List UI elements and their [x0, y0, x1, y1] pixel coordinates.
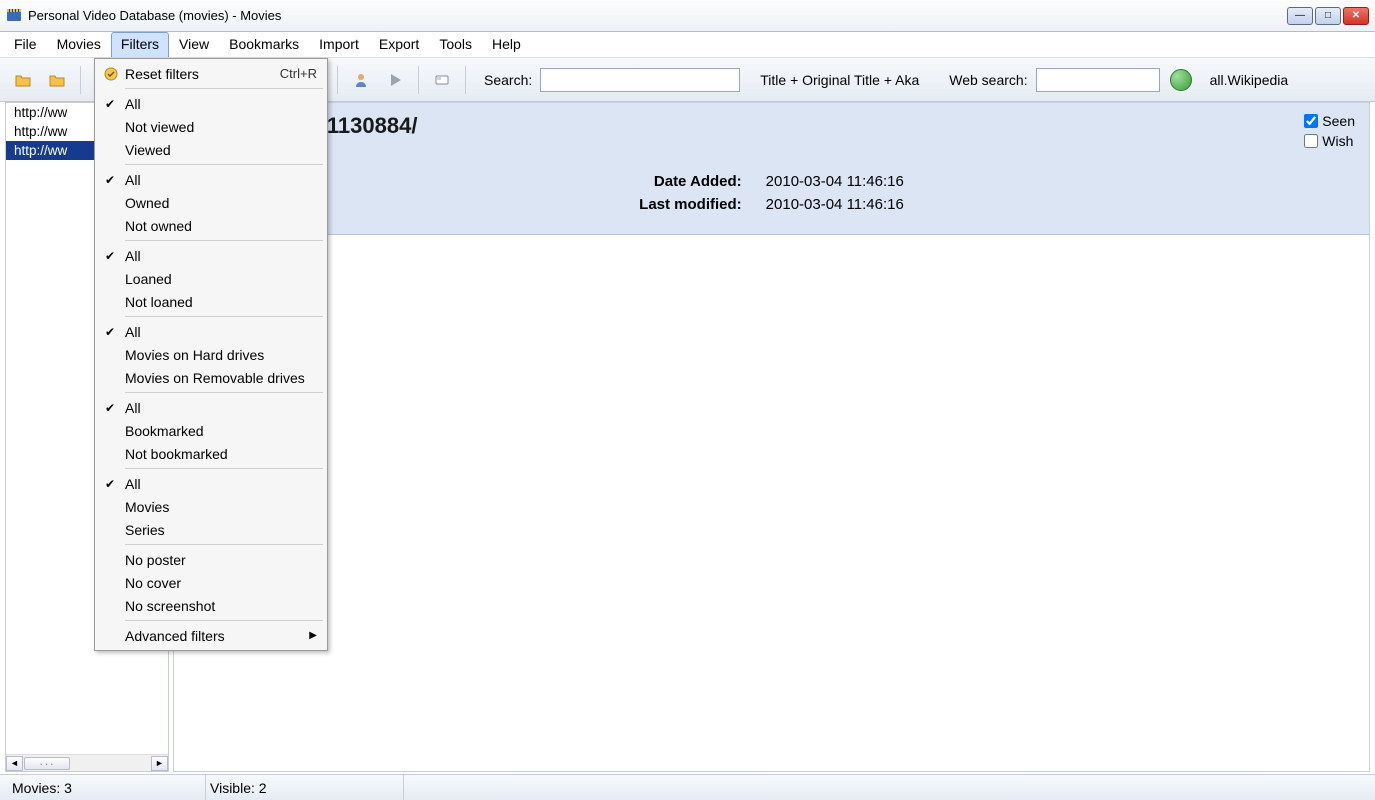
toolbar-sep: [418, 66, 419, 94]
check-icon: ✔: [105, 401, 115, 415]
reset-filters-shortcut: Ctrl+R: [280, 66, 317, 81]
window-buttons: — □ ✕: [1287, 7, 1369, 25]
date-added-label: Date Added:: [639, 173, 742, 190]
close-button[interactable]: ✕: [1343, 7, 1369, 25]
detail-panel: lb.com/title/tt1130884/ Seen Wish Date A…: [173, 102, 1370, 772]
menu-help[interactable]: Help: [482, 32, 531, 57]
filter-option[interactable]: Viewed: [97, 138, 325, 161]
maximize-button[interactable]: □: [1315, 7, 1341, 25]
reset-filters-icon: [103, 66, 119, 82]
menu-import[interactable]: Import: [309, 32, 369, 57]
filter-option[interactable]: Series: [97, 518, 325, 541]
dropdown-separator: [125, 468, 323, 469]
filters-dropdown: Reset filters Ctrl+R ✔AllNot viewedViewe…: [94, 58, 328, 651]
search-mode-label[interactable]: Title + Original Title + Aka: [760, 72, 919, 88]
filter-option[interactable]: No screenshot: [97, 594, 325, 617]
menu-bar: File Movies Filters View Bookmarks Impor…: [0, 32, 1375, 58]
websearch-source-label[interactable]: all.Wikipedia: [1210, 72, 1289, 88]
wish-checkbox-input[interactable]: [1304, 134, 1318, 148]
menu-file[interactable]: File: [4, 32, 47, 57]
filter-option[interactable]: ✔All: [97, 396, 325, 419]
filter-option[interactable]: Not loaned: [97, 290, 325, 313]
websearch-input[interactable]: [1036, 68, 1160, 92]
status-bar: Movies: 3 Visible: 2: [0, 774, 1375, 800]
filter-option[interactable]: Movies: [97, 495, 325, 518]
reset-filters-item[interactable]: Reset filters Ctrl+R: [97, 62, 325, 85]
dropdown-separator: [125, 392, 323, 393]
status-movies: Movies: 3: [8, 775, 206, 800]
search-label: Search:: [484, 72, 532, 88]
dropdown-separator: [125, 88, 323, 89]
last-modified-label: Last modified:: [639, 196, 742, 213]
toolbar-sep: [80, 66, 81, 94]
menu-export[interactable]: Export: [369, 32, 429, 57]
menu-movies[interactable]: Movies: [47, 32, 111, 57]
toolbar-sep: [337, 66, 338, 94]
filter-option[interactable]: ✔All: [97, 92, 325, 115]
list-horizontal-scrollbar[interactable]: ◄ ►: [6, 754, 168, 771]
dropdown-separator: [125, 620, 323, 621]
seen-checkbox[interactable]: Seen: [1304, 113, 1355, 129]
scroll-left-icon[interactable]: ◄: [6, 756, 23, 771]
check-icon: ✔: [105, 477, 115, 491]
filter-option[interactable]: Loaned: [97, 267, 325, 290]
dropdown-separator: [125, 544, 323, 545]
wish-checkbox[interactable]: Wish: [1304, 133, 1355, 149]
toolbar-folder-icon[interactable]: [42, 65, 72, 95]
websearch-label: Web search:: [949, 72, 1027, 88]
last-modified-value: 2010-03-04 11:46:16: [766, 196, 904, 213]
scroll-right-icon[interactable]: ►: [151, 756, 168, 771]
toolbar-person-icon[interactable]: [346, 65, 376, 95]
filter-option[interactable]: Movies on Hard drives: [97, 343, 325, 366]
check-icon: ✔: [105, 173, 115, 187]
minimize-button[interactable]: —: [1287, 7, 1313, 25]
filter-option[interactable]: Not viewed: [97, 115, 325, 138]
dropdown-separator: [125, 316, 323, 317]
menu-filters[interactable]: Filters: [111, 32, 169, 57]
filter-option[interactable]: Not bookmarked: [97, 442, 325, 465]
metadata-grid: Date Added: 2010-03-04 11:46:16 Last mod…: [639, 173, 904, 213]
toolbar-play-icon[interactable]: [380, 65, 410, 95]
search-input[interactable]: [540, 68, 740, 92]
filter-option[interactable]: No cover: [97, 571, 325, 594]
filter-option[interactable]: Owned: [97, 191, 325, 214]
menu-view[interactable]: View: [169, 32, 219, 57]
toolbar-sep: [465, 66, 466, 94]
seen-checkbox-input[interactable]: [1304, 114, 1318, 128]
menu-bookmarks[interactable]: Bookmarks: [219, 32, 309, 57]
scrollbar-thumb[interactable]: [24, 757, 70, 770]
window-title: Personal Video Database (movies) - Movie…: [28, 8, 1287, 23]
filter-option[interactable]: ✔All: [97, 320, 325, 343]
advanced-filters-item[interactable]: Advanced filters ▶: [97, 624, 325, 647]
date-added-value: 2010-03-04 11:46:16: [766, 173, 904, 190]
title-bar: Personal Video Database (movies) - Movie…: [0, 0, 1375, 32]
toolbar-card-icon[interactable]: [427, 65, 457, 95]
filter-option[interactable]: Not owned: [97, 214, 325, 237]
dropdown-separator: [125, 164, 323, 165]
submenu-arrow-icon: ▶: [309, 630, 317, 641]
check-icon: ✔: [105, 325, 115, 339]
detail-header: lb.com/title/tt1130884/ Seen Wish Date A…: [174, 103, 1369, 235]
filter-option[interactable]: Bookmarked: [97, 419, 325, 442]
toolbar-open-icon[interactable]: [8, 65, 38, 95]
filter-option[interactable]: ✔All: [97, 168, 325, 191]
filter-option[interactable]: No poster: [97, 548, 325, 571]
filter-option[interactable]: ✔All: [97, 472, 325, 495]
filter-option[interactable]: ✔All: [97, 244, 325, 267]
dropdown-separator: [125, 240, 323, 241]
app-icon: [6, 8, 22, 24]
movie-title: lb.com/title/tt1130884/: [190, 113, 1353, 139]
check-icon: ✔: [105, 249, 115, 263]
check-icon: ✔: [105, 97, 115, 111]
websearch-go-icon[interactable]: [1170, 69, 1192, 91]
filter-option[interactable]: Movies on Removable drives: [97, 366, 325, 389]
menu-tools[interactable]: Tools: [429, 32, 482, 57]
status-visible: Visible: 2: [206, 775, 404, 800]
